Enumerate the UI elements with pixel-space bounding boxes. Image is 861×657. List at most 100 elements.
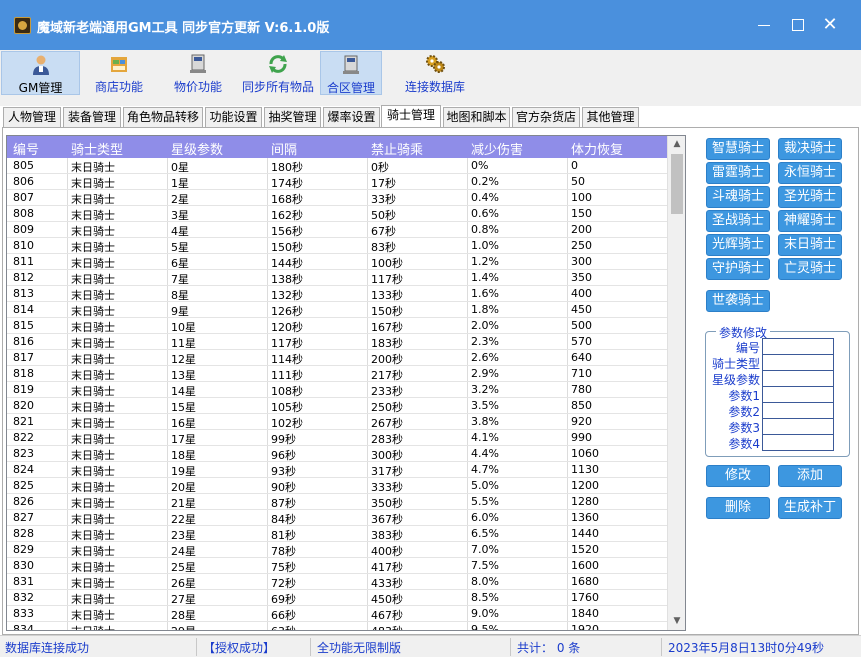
param-input-3[interactable] (762, 418, 834, 435)
col-header-hp-recover[interactable]: 体力恢复 (571, 139, 623, 158)
col-header-interval[interactable]: 间隔 (271, 139, 297, 158)
tab-knight-manage[interactable]: 骑士管理 (381, 105, 441, 127)
table-row[interactable]: 811 末日骑士 6星 144秒 100秒 1.2% 300 (7, 254, 667, 270)
table-row[interactable]: 820 末日骑士 15星 105秒 250秒 3.5% 850 (7, 398, 667, 414)
col-header-damage-reduce[interactable]: 减少伤害 (471, 139, 523, 158)
toolbar-connect-db[interactable]: 连接数据库 (400, 51, 470, 95)
status-divider (510, 638, 511, 656)
cell-interval: 63秒 (271, 623, 296, 630)
table-row[interactable]: 831 末日骑士 26星 72秒 433秒 8.0% 1680 (7, 574, 667, 590)
tab-map-script[interactable]: 地图和脚本 (443, 107, 510, 127)
table-row[interactable]: 815 末日骑士 10星 120秒 167秒 2.0% 500 (7, 318, 667, 334)
table-row[interactable]: 805 末日骑士 0星 180秒 0秒 0% 0 (7, 158, 667, 174)
table-row[interactable]: 813 末日骑士 8星 132秒 133秒 1.6% 400 (7, 286, 667, 302)
toolbar-shop[interactable]: 商店功能 (86, 51, 152, 95)
close-button[interactable]: ✕ (816, 12, 844, 38)
param-input-knight-type[interactable] (762, 354, 834, 371)
col-header-id[interactable]: 编号 (13, 139, 39, 158)
delete-button[interactable]: 删除 (706, 497, 770, 519)
table-row[interactable]: 807 末日骑士 2星 168秒 33秒 0.4% 100 (7, 190, 667, 206)
knight-divine-button[interactable]: 神耀骑士 (778, 210, 842, 232)
knight-radiance-button[interactable]: 光辉骑士 (706, 234, 770, 256)
col-header-no-ride[interactable]: 禁止骑乘 (371, 139, 423, 158)
table-row[interactable]: 810 末日骑士 5星 150秒 83秒 1.0% 250 (7, 238, 667, 254)
table-row[interactable]: 829 末日骑士 24星 78秒 400秒 7.0% 1520 (7, 542, 667, 558)
table-row[interactable]: 823 末日骑士 18星 96秒 300秒 4.4% 1060 (7, 446, 667, 462)
table-row[interactable]: 822 末日骑士 17星 99秒 283秒 4.1% 990 (7, 430, 667, 446)
edit-button[interactable]: 修改 (706, 465, 770, 487)
tab-equipment[interactable]: 装备管理 (63, 107, 121, 127)
toolbar-gm-manage[interactable]: GM管理 (1, 51, 80, 95)
toolbar-sync-all[interactable]: 同步所有物品 (238, 51, 318, 95)
knight-holy-light-button[interactable]: 圣光骑士 (778, 186, 842, 208)
table-row[interactable]: 808 末日骑士 3星 162秒 50秒 0.6% 150 (7, 206, 667, 222)
toolbar-price[interactable]: 物价功能 (167, 51, 229, 95)
table-row[interactable]: 816 末日骑士 11星 117秒 183秒 2.3% 570 (7, 334, 667, 350)
cell-id: 808 (13, 207, 34, 220)
scroll-up-icon[interactable]: ▲ (668, 136, 685, 153)
knight-undead-button[interactable]: 亡灵骑士 (778, 258, 842, 280)
knight-battle-soul-button[interactable]: 斗魂骑士 (706, 186, 770, 208)
table-row[interactable]: 809 末日骑士 4星 156秒 67秒 0.8% 200 (7, 222, 667, 238)
scroll-thumb[interactable] (671, 154, 683, 214)
tab-drop-rate[interactable]: 爆率设置 (323, 107, 380, 127)
tab-other[interactable]: 其他管理 (582, 107, 639, 127)
cell-no-ride: 300秒 (371, 449, 403, 462)
knight-judgment-button[interactable]: 裁决骑士 (778, 138, 842, 160)
knight-thunder-button[interactable]: 雷霆骑士 (706, 162, 770, 184)
param-input-2[interactable] (762, 402, 834, 419)
table-row[interactable]: 832 末日骑士 27星 69秒 450秒 8.5% 1760 (7, 590, 667, 606)
tab-item-transfer[interactable]: 角色物品转移 (123, 107, 203, 127)
cell-no-ride: 0秒 (371, 161, 389, 174)
table-row[interactable]: 830 末日骑士 25星 75秒 417秒 7.5% 1600 (7, 558, 667, 574)
table-row[interactable]: 828 末日骑士 23星 81秒 383秒 6.5% 1440 (7, 526, 667, 542)
toolbar-merge-zone[interactable]: 合区管理 (320, 51, 382, 95)
col-header-knight-type[interactable]: 骑士类型 (71, 139, 123, 158)
cell-id: 819 (13, 383, 34, 396)
table-row[interactable]: 825 末日骑士 20星 90秒 333秒 5.0% 1200 (7, 478, 667, 494)
tab-character[interactable]: 人物管理 (3, 107, 61, 127)
table-row[interactable]: 818 末日骑士 13星 111秒 217秒 2.9% 710 (7, 366, 667, 382)
table-row[interactable]: 833 末日骑士 28星 66秒 467秒 9.0% 1840 (7, 606, 667, 622)
knight-wisdom-button[interactable]: 智慧骑士 (706, 138, 770, 160)
add-button[interactable]: 添加 (778, 465, 842, 487)
table-row[interactable]: 826 末日骑士 21星 87秒 350秒 5.5% 1280 (7, 494, 667, 510)
cell-no-ride: 50秒 (371, 209, 396, 222)
scroll-down-icon[interactable]: ▼ (668, 613, 685, 630)
tab-function-settings[interactable]: 功能设置 (205, 107, 262, 127)
param-input-id[interactable] (762, 338, 834, 355)
cell-damage-reduce: 4.1% (471, 431, 499, 444)
table-row[interactable]: 812 末日骑士 7星 138秒 117秒 1.4% 350 (7, 270, 667, 286)
param-input-star[interactable] (762, 370, 834, 387)
table-row[interactable]: 806 末日骑士 1星 174秒 17秒 0.2% 50 (7, 174, 667, 190)
tab-official-store[interactable]: 官方杂货店 (512, 107, 580, 127)
cell-damage-reduce: 0.8% (471, 223, 499, 236)
table-row[interactable]: 817 末日骑士 12星 114秒 200秒 2.6% 640 (7, 350, 667, 366)
knight-holy-war-button[interactable]: 圣战骑士 (706, 210, 770, 232)
param-input-4[interactable] (762, 434, 834, 451)
cell-damage-reduce: 9.5% (471, 623, 499, 631)
table-row[interactable]: 814 末日骑士 9星 126秒 150秒 1.8% 450 (7, 302, 667, 318)
table-row[interactable]: 827 末日骑士 22星 84秒 367秒 6.0% 1360 (7, 510, 667, 526)
cell-knight-type: 末日骑士 (71, 177, 115, 190)
table-row[interactable]: 819 末日骑士 14星 108秒 233秒 3.2% 780 (7, 382, 667, 398)
knight-eternal-button[interactable]: 永恒骑士 (778, 162, 842, 184)
knight-hereditary-button[interactable]: 世袭骑士 (706, 290, 770, 312)
knight-table[interactable]: 编号 骑士类型 星级参数 间隔 禁止骑乘 减少伤害 体力恢复 805 末日骑士 0星… (6, 135, 686, 631)
cell-no-ride: 167秒 (371, 321, 403, 334)
cell-knight-type: 末日骑士 (71, 417, 115, 430)
maximize-button[interactable] (784, 12, 812, 38)
table-row[interactable]: 821 末日骑士 16星 102秒 267秒 3.8% 920 (7, 414, 667, 430)
param-input-1[interactable] (762, 386, 834, 403)
cell-damage-reduce: 5.5% (471, 495, 499, 508)
tab-lottery[interactable]: 抽奖管理 (264, 107, 321, 127)
vertical-scrollbar[interactable]: ▲ ▼ (667, 136, 685, 630)
cell-hp-recover: 50 (571, 175, 585, 188)
table-row[interactable]: 834 末日骑士 29星 63秒 483秒 9.5% 1920 (7, 622, 667, 631)
knight-doomsday-button[interactable]: 末日骑士 (778, 234, 842, 256)
generate-patch-button[interactable]: 生成补丁 (778, 497, 842, 519)
knight-guardian-button[interactable]: 守护骑士 (706, 258, 770, 280)
minimize-button[interactable] (750, 12, 778, 38)
col-header-star[interactable]: 星级参数 (171, 139, 223, 158)
table-row[interactable]: 824 末日骑士 19星 93秒 317秒 4.7% 1130 (7, 462, 667, 478)
